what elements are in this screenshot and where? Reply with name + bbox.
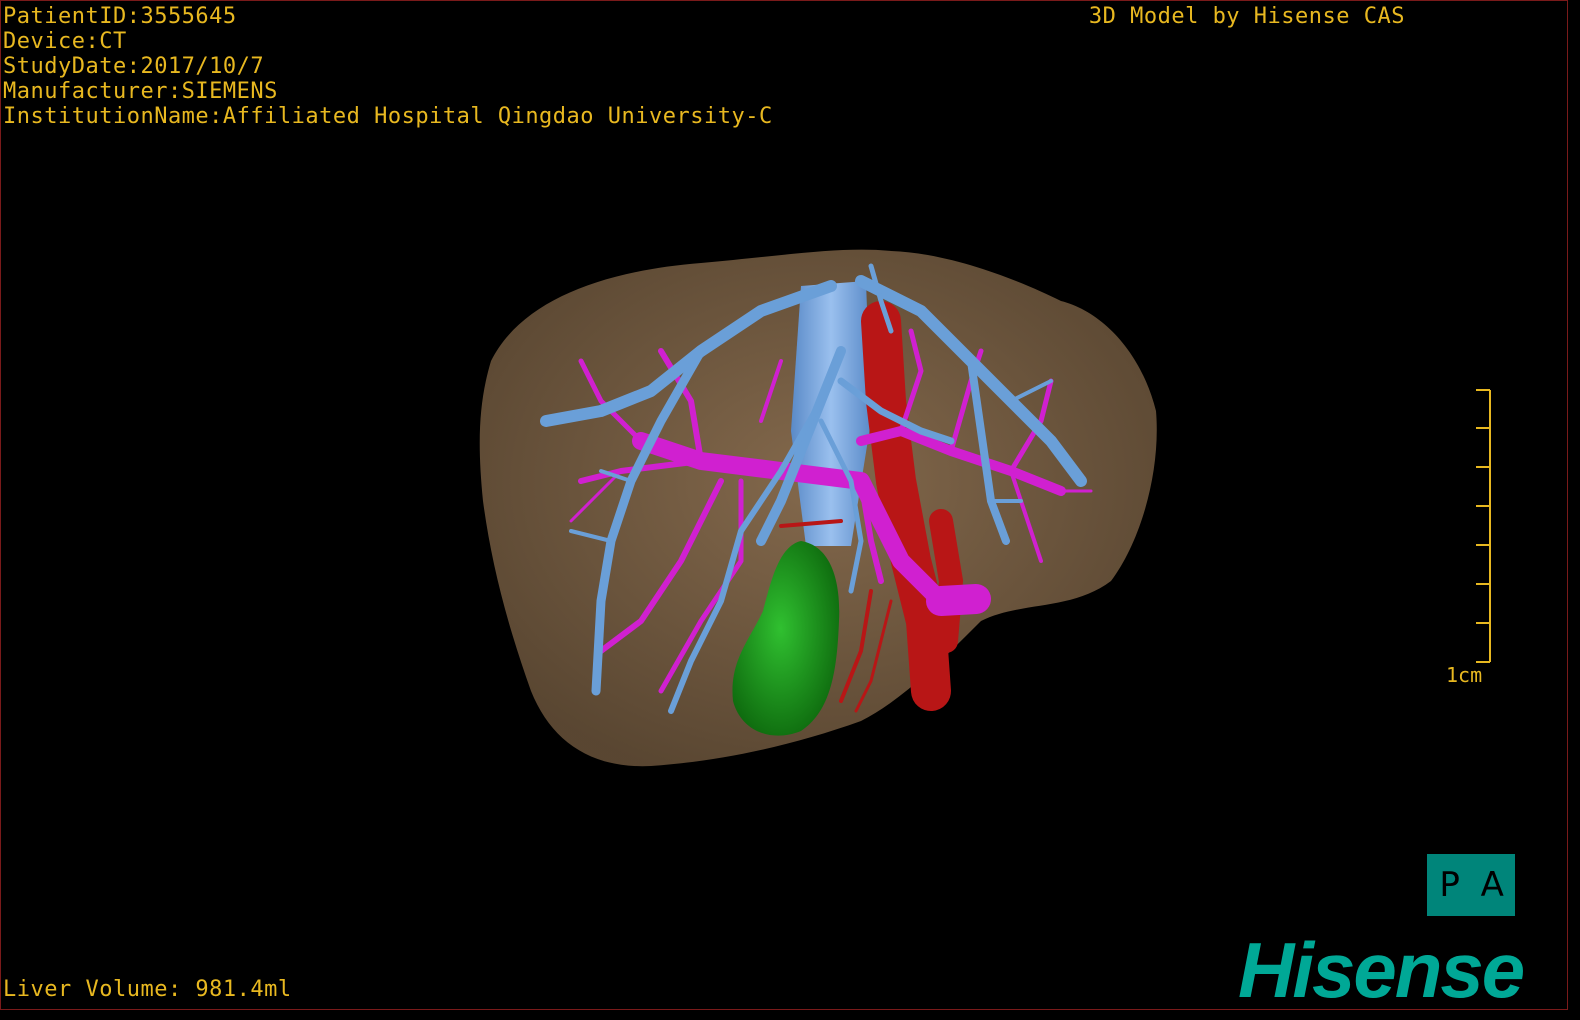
orientation-posterior-button[interactable]: P xyxy=(1430,865,1470,905)
model-title: 3D Model by Hisense CAS xyxy=(1088,4,1405,29)
institution-name: InstitutionName:Affiliated Hospital Qing… xyxy=(3,104,773,129)
hisense-logo: Hisense xyxy=(1238,926,1525,1014)
3d-viewport[interactable]: PatientID:3555645 Device:CT StudyDate:20… xyxy=(0,0,1568,1010)
manufacturer: Manufacturer:SIEMENS xyxy=(3,79,278,104)
orientation-widget[interactable]: P A xyxy=(1427,854,1515,916)
device: Device:CT xyxy=(3,29,127,54)
orientation-anterior-button[interactable]: A xyxy=(1472,865,1512,905)
study-date: StudyDate:2017/10/7 xyxy=(3,54,265,79)
scale-bar xyxy=(1476,389,1491,663)
patient-id: PatientID:3555645 xyxy=(3,4,237,29)
liver-volume: Liver Volume: 981.4ml xyxy=(3,977,292,1002)
scale-label: 1cm xyxy=(1446,663,1483,687)
liver-3d-model[interactable] xyxy=(1,1,1568,1010)
study-info: PatientID:3555645 Device:CT StudyDate:20… xyxy=(3,4,773,129)
